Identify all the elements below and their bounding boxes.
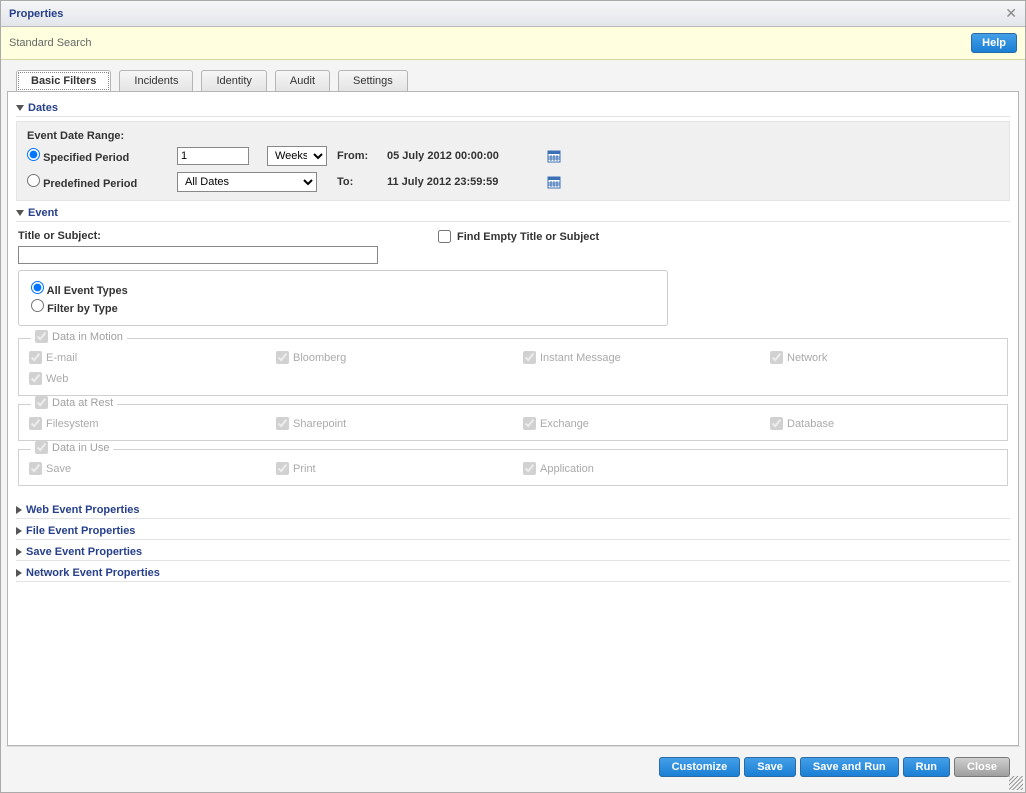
chevron-right-icon <box>16 548 22 556</box>
customize-button[interactable]: Customize <box>659 757 741 777</box>
chk-filesystem: Filesystem <box>29 417 256 430</box>
subheader: Standard Search Help <box>1 27 1025 60</box>
title-subject-label: Title or Subject: <box>18 230 378 242</box>
properties-window: Properties ✕ Standard Search Help Basic … <box>0 0 1026 793</box>
titlebar: Properties ✕ <box>1 1 1025 27</box>
section-event-title: Event <box>28 207 58 219</box>
find-empty-checkbox[interactable]: Find Empty Title or Subject <box>438 230 599 243</box>
chevron-right-icon <box>16 506 22 514</box>
chk-bloomberg: Bloomberg <box>276 351 503 364</box>
section-network-event-props[interactable]: Network Event Properties <box>16 567 1010 582</box>
chevron-right-icon <box>16 527 22 535</box>
all-event-types-radio[interactable]: All Event Types <box>31 281 655 297</box>
period-count-input[interactable] <box>177 147 249 165</box>
calendar-to-icon[interactable] <box>547 175 561 189</box>
help-button[interactable]: Help <box>971 33 1017 53</box>
tab-identity[interactable]: Identity <box>201 70 266 92</box>
data-in-use-checkbox <box>35 441 48 454</box>
chk-application: Application <box>523 462 750 475</box>
from-value: 05 July 2012 00:00:00 <box>387 150 547 162</box>
fieldset-data-at-rest: Data at Rest Filesystem Sharepoint Excha… <box>18 404 1008 441</box>
chk-network: Network <box>770 351 997 364</box>
footer: Customize Save Save and Run Run Close <box>6 746 1020 787</box>
event-date-range-label: Event Date Range: <box>27 130 999 142</box>
chevron-down-icon <box>16 210 24 216</box>
section-event-header[interactable]: Event <box>16 207 1010 222</box>
predefined-period-select[interactable]: All Dates <box>177 172 317 192</box>
chk-print: Print <box>276 462 503 475</box>
section-event-body: Title or Subject: Find Empty Title or Su… <box>16 226 1010 498</box>
run-button[interactable]: Run <box>903 757 950 777</box>
chk-exchange: Exchange <box>523 417 750 430</box>
section-file-event-props[interactable]: File Event Properties <box>16 525 1010 540</box>
specified-period-radio[interactable]: Specified Period <box>27 148 177 164</box>
section-dates-body: Event Date Range: Specified Period Weeks… <box>16 121 1010 201</box>
close-icon[interactable]: ✕ <box>1005 5 1017 22</box>
chk-save: Save <box>29 462 256 475</box>
data-in-motion-checkbox <box>35 330 48 343</box>
predefined-period-radio[interactable]: Predefined Period <box>27 174 177 190</box>
chk-instant-message: Instant Message <box>523 351 750 364</box>
fieldset-data-in-motion: Data in Motion E-mail Bloomberg Instant … <box>18 338 1008 396</box>
panel[interactable]: Dates Event Date Range: Specified Period… <box>7 91 1019 746</box>
section-dates-title: Dates <box>28 102 58 114</box>
tab-incidents[interactable]: Incidents <box>119 70 193 92</box>
date-grid: Specified Period Weeks From: 05 July 201… <box>27 146 999 192</box>
save-button[interactable]: Save <box>744 757 796 777</box>
chk-sharepoint: Sharepoint <box>276 417 503 430</box>
to-label: To: <box>337 176 387 188</box>
calendar-from-icon[interactable] <box>547 149 561 163</box>
section-dates-header[interactable]: Dates <box>16 102 1010 117</box>
chk-database: Database <box>770 417 997 430</box>
close-button[interactable]: Close <box>954 757 1010 777</box>
chk-web: Web <box>29 372 256 385</box>
body: Basic Filters Incidents Identity Audit S… <box>1 60 1025 792</box>
tab-basic-filters[interactable]: Basic Filters <box>16 70 111 92</box>
tab-audit[interactable]: Audit <box>275 70 330 92</box>
to-value: 11 July 2012 23:59:59 <box>387 176 547 188</box>
tabs: Basic Filters Incidents Identity Audit S… <box>6 70 1020 92</box>
section-web-event-props[interactable]: Web Event Properties <box>16 504 1010 519</box>
data-at-rest-checkbox <box>35 396 48 409</box>
resize-handle[interactable] <box>1009 776 1023 790</box>
title-subject-input[interactable] <box>18 246 378 264</box>
window-title: Properties <box>9 8 63 20</box>
save-and-run-button[interactable]: Save and Run <box>800 757 899 777</box>
fieldset-data-in-use: Data in Use Save Print Application <box>18 449 1008 486</box>
from-label: From: <box>337 150 387 162</box>
tab-settings[interactable]: Settings <box>338 70 408 92</box>
chk-email: E-mail <box>29 351 256 364</box>
chevron-right-icon <box>16 569 22 577</box>
section-save-event-props[interactable]: Save Event Properties <box>16 546 1010 561</box>
period-unit-select[interactable]: Weeks <box>267 146 327 166</box>
event-type-box: All Event Types Filter by Type <box>18 270 668 326</box>
chevron-down-icon <box>16 105 24 111</box>
filter-by-type-radio[interactable]: Filter by Type <box>31 299 655 315</box>
search-name: Standard Search <box>9 37 92 49</box>
